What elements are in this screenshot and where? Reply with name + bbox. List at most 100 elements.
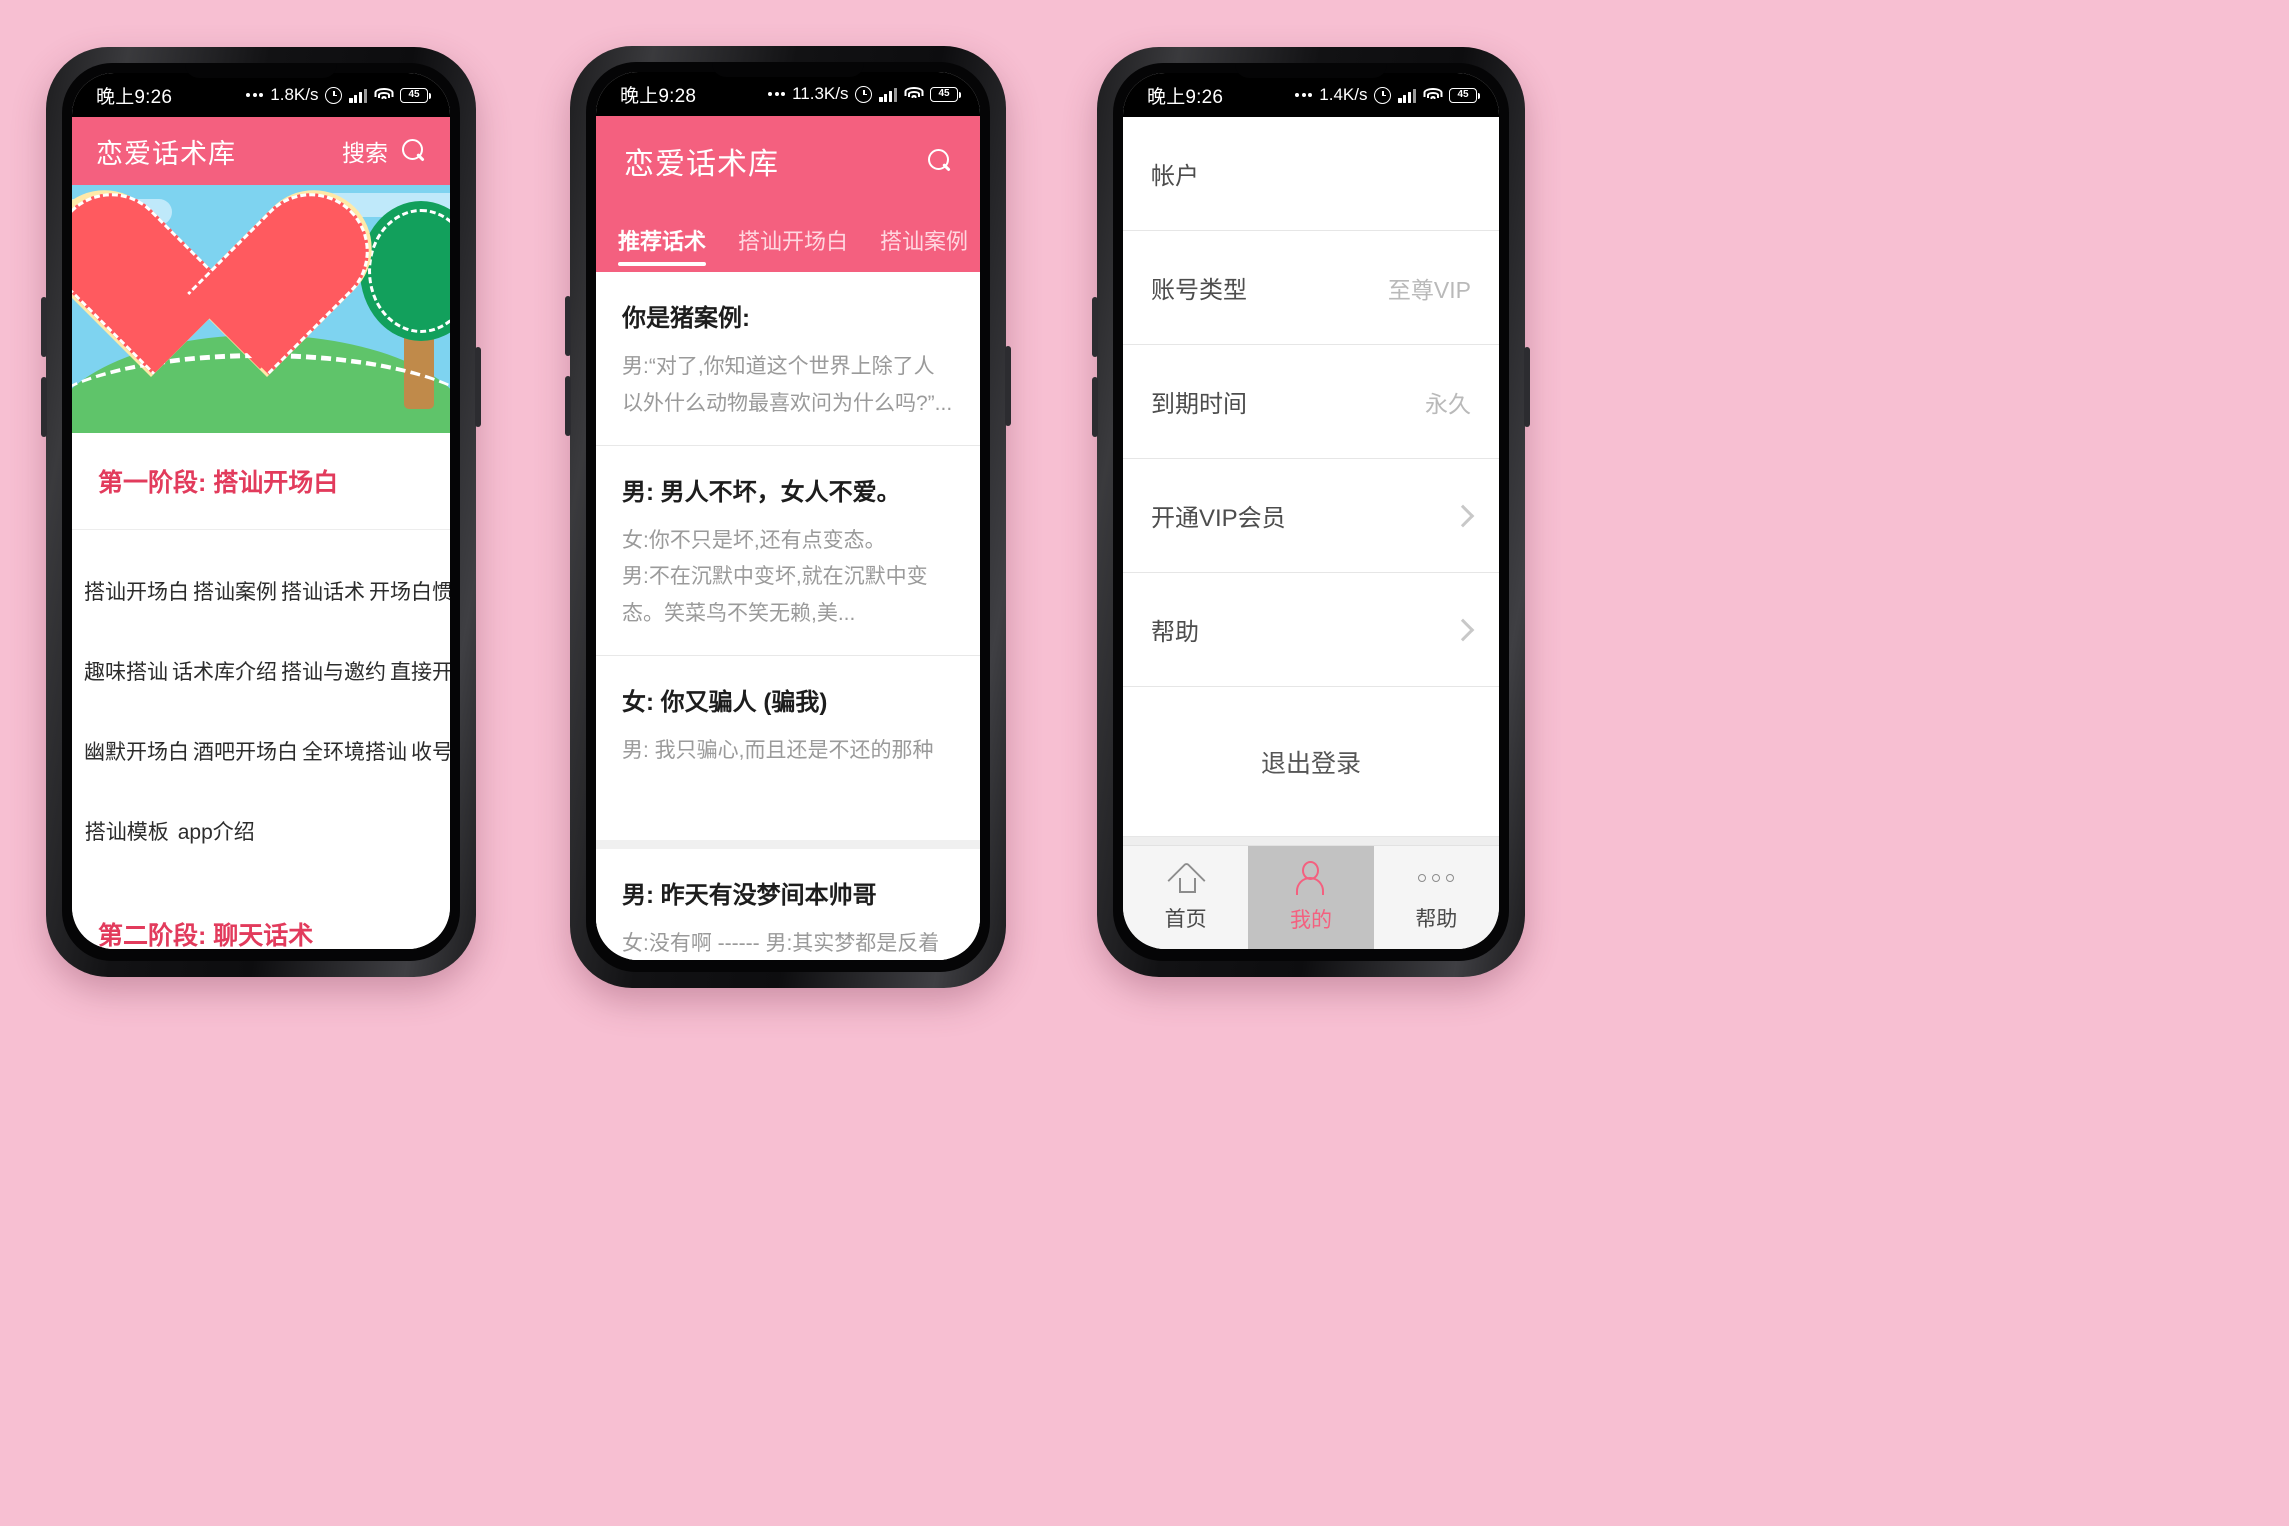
- feed-list[interactable]: 你是猪案例: 男:“对了,你知道这个世界上除了人以外什么动物最喜欢问为什么吗?”…: [596, 272, 980, 960]
- tab-opener[interactable]: 搭讪开场白: [738, 224, 866, 272]
- heart-icon: [94, 191, 330, 401]
- grid-item[interactable]: 幽默开场白: [82, 712, 191, 792]
- tab-home[interactable]: 首页: [1123, 846, 1248, 949]
- logout-button[interactable]: 退出登录: [1123, 687, 1499, 837]
- volume-up-button[interactable]: [41, 297, 47, 357]
- settings-row-help[interactable]: 帮助: [1123, 573, 1499, 687]
- volume-up-button[interactable]: [1092, 297, 1098, 357]
- more-dots-icon: [768, 92, 786, 96]
- power-button[interactable]: [1524, 347, 1530, 427]
- signal-icon: [879, 87, 897, 102]
- list-item-title: 女: 你又骗人 (骗我): [622, 688, 828, 716]
- grid-item[interactable]: 搭讪开场白: [82, 552, 191, 632]
- status-time: 晚上9:26: [96, 86, 173, 108]
- logout-label: 退出登录: [1260, 749, 1361, 778]
- grid-item[interactable]: 搭讪案例: [191, 552, 279, 632]
- grid-row: 幽默开场白 酒吧开场白 全环境搭讪 收号后续: [82, 712, 450, 792]
- network-speed: 1.4K/s: [1319, 85, 1368, 104]
- tab-recommended[interactable]: 推荐话术: [618, 224, 724, 272]
- list-item[interactable]: 男: 昨天有没梦间本帅哥 女:没有啊 ------ 男:其实梦都是反着的,没梦到…: [596, 848, 980, 960]
- grid-item[interactable]: 搭讪话术: [279, 552, 367, 632]
- list-item-title: 男: 男人不坏，女人不爱。: [622, 478, 901, 506]
- settings-label: 开通VIP会员: [1151, 505, 1286, 532]
- grid-item[interactable]: 全环境搭讪: [300, 712, 409, 792]
- grid-item-empty: [351, 792, 441, 872]
- status-time: 晚上9:26: [1147, 86, 1224, 108]
- more-dots-icon: [246, 93, 264, 97]
- list-item[interactable]: 男: 男人不坏，女人不爱。 女:你不只是坏,还有点变态。 男:不在沉默中变坏,就…: [596, 445, 980, 656]
- app-bar: 恋爱话术库 搜索: [72, 117, 450, 185]
- grid-item[interactable]: 酒吧开场白: [191, 712, 300, 792]
- tab-mine[interactable]: 我的: [1248, 846, 1374, 949]
- phone-1: 晚上9:26 1.8K/s 45 恋爱话术库 搜索 第一阶段: 搭讪开场白 搭讪…: [41, 47, 481, 977]
- volume-down-button[interactable]: [1092, 377, 1098, 437]
- phone-2: 晚上9:28 11.3K/s 45 恋爱话术库 推荐话术 搭讪开场白 搭讪案例 …: [565, 46, 1011, 988]
- list-item-title: 你是猪案例:: [622, 305, 750, 332]
- status-time: 晚上9:28: [620, 85, 697, 107]
- alarm-icon: [1374, 86, 1392, 104]
- account-settings-list: 帐户 账号类型 至尊VIP 到期时间 永久 开通VIP会员 帮助 退出登录: [1123, 117, 1499, 837]
- list-item[interactable]: 你是猪案例: 男:“对了,你知道这个世界上除了人以外什么动物最喜欢问为什么吗?”…: [596, 272, 980, 446]
- section-title-stage-2: 第二阶段: 聊天话术: [72, 886, 450, 949]
- notch: [185, 63, 337, 78]
- settings-row-account-type[interactable]: 账号类型 至尊VIP: [1123, 231, 1499, 345]
- settings-row-expiry[interactable]: 到期时间 永久: [1123, 345, 1499, 459]
- settings-value: 永久: [1425, 390, 1471, 417]
- category-tab-strip[interactable]: 推荐话术 搭讪开场白 搭讪案例 搭讪话术 开: [596, 206, 980, 272]
- grid-item[interactable]: 收号后续: [409, 712, 450, 792]
- settings-label: 帐户: [1151, 163, 1199, 190]
- battery-icon: 45: [400, 87, 431, 103]
- screenshot-canvas: 晚上9:26 1.8K/s 45 恋爱话术库 搜索 第一阶段: 搭讪开场白 搭讪…: [0, 0, 2289, 1526]
- section-title-stage-1: 第一阶段: 搭讪开场白: [72, 433, 450, 530]
- signal-icon: [349, 88, 367, 103]
- search-icon[interactable]: [402, 139, 426, 163]
- power-button[interactable]: [1005, 346, 1011, 426]
- volume-up-button[interactable]: [565, 296, 571, 356]
- network-speed: 11.3K/s: [792, 84, 849, 103]
- tab-help[interactable]: 帮助: [1374, 846, 1499, 949]
- battery-level: 45: [1457, 89, 1469, 100]
- battery-level: 45: [938, 88, 950, 99]
- list-item-text: 女:你不只是坏,还有点变态。: [622, 528, 886, 552]
- network-speed: 1.8K/s: [270, 85, 319, 104]
- settings-row-open-vip[interactable]: 开通VIP会员: [1123, 459, 1499, 573]
- grid-item[interactable]: 话术库介绍: [170, 632, 279, 712]
- signal-icon: [1398, 88, 1416, 103]
- category-grid: 搭讪开场白 搭讪案例 搭讪话术 开场白惯例 趣味搭讪 话术库介绍 搭讪与邀约 直…: [72, 530, 450, 886]
- alarm-icon: [325, 86, 343, 104]
- alarm-icon: [855, 85, 873, 103]
- list-item-text: 男:“对了,你知道这个世界上除了人以外什么动物最喜欢问为什么吗?”...: [622, 355, 953, 415]
- grid-item[interactable]: 搭讪模板: [82, 792, 172, 872]
- chevron-right-icon: [1451, 504, 1475, 527]
- app-title: 恋爱话术库: [96, 138, 236, 169]
- grid-row: 搭讪开场白 搭讪案例 搭讪话术 开场白惯例: [82, 552, 450, 632]
- tab-cases[interactable]: 搭讪案例: [880, 224, 980, 272]
- grid-item-empty: [261, 792, 351, 872]
- settings-row-account[interactable]: 帐户: [1123, 117, 1499, 231]
- grid-item[interactable]: 开场白惯例: [367, 552, 450, 632]
- search-label[interactable]: 搜索: [342, 134, 388, 168]
- volume-down-button[interactable]: [41, 377, 47, 437]
- notch: [1235, 63, 1387, 78]
- search-icon[interactable]: [928, 149, 952, 173]
- list-item[interactable]: 女: 你又骗人 (骗我) 男: 我只骗心,而且还是不还的那种: [596, 655, 980, 849]
- phone-3: 晚上9:26 1.4K/s 45 帐户 账号类型 至尊VIP 到期时间 永久 开…: [1092, 47, 1530, 977]
- grid-item[interactable]: 搭讪与邀约: [279, 632, 388, 712]
- power-button[interactable]: [475, 347, 481, 427]
- status-bar: 晚上9:26 1.8K/s 45: [72, 73, 450, 117]
- volume-down-button[interactable]: [565, 376, 571, 436]
- grid-item[interactable]: app介绍: [172, 792, 262, 872]
- settings-value: 至尊VIP: [1387, 276, 1471, 303]
- list-item-text: 男: 我只骗心,而且还是不还的那种: [622, 738, 934, 762]
- battery-icon: 45: [930, 86, 961, 102]
- wifi-icon: [904, 87, 923, 101]
- list-item-title: 男: 昨天有没梦间本帅哥: [622, 881, 877, 909]
- battery-level: 45: [408, 89, 420, 100]
- user-icon: [1295, 861, 1327, 895]
- list-item-text: 男:不在沉默中变坏,就在沉默中变态。笑菜鸟不笑无赖,美...: [622, 565, 928, 625]
- wifi-icon: [1423, 88, 1442, 102]
- grid-item[interactable]: 趣味搭讪: [82, 632, 170, 712]
- grid-item[interactable]: 直接开场白: [388, 632, 450, 712]
- status-bar: 晚上9:26 1.4K/s 45: [1123, 73, 1499, 117]
- settings-label: 账号类型: [1151, 277, 1247, 304]
